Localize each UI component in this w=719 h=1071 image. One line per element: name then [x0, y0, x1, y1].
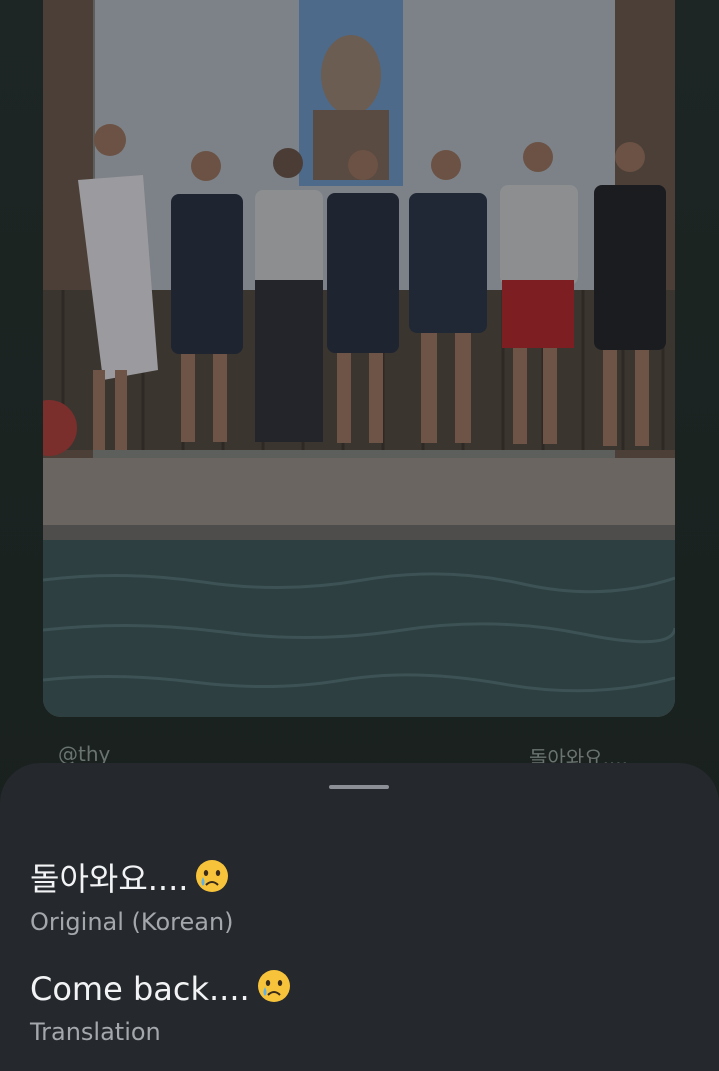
crying-face-icon [256, 968, 292, 1013]
sheet-drag-handle[interactable] [329, 785, 389, 789]
screen: @thy 돌아와요.... 돌아와요.... Original (Korean)… [0, 0, 719, 1071]
crying-face-icon [194, 858, 230, 903]
original-text-block: 돌아와요.... Original (Korean) [30, 858, 690, 937]
translated-text-content: Come back.... [30, 970, 250, 1008]
original-text-content: 돌아와요.... [30, 860, 189, 898]
original-language-label: Original (Korean) [30, 908, 234, 936]
translation-text-block: Come back.... Translation [30, 968, 690, 1047]
original-text: 돌아와요.... [30, 858, 690, 903]
translated-text: Come back.... [30, 968, 690, 1013]
translation-bottom-sheet: 돌아와요.... Original (Korean) Come back.... [0, 763, 719, 1071]
translation-label: Translation [30, 1018, 161, 1046]
post-photo[interactable] [43, 0, 675, 717]
photo-illustration [43, 0, 675, 717]
